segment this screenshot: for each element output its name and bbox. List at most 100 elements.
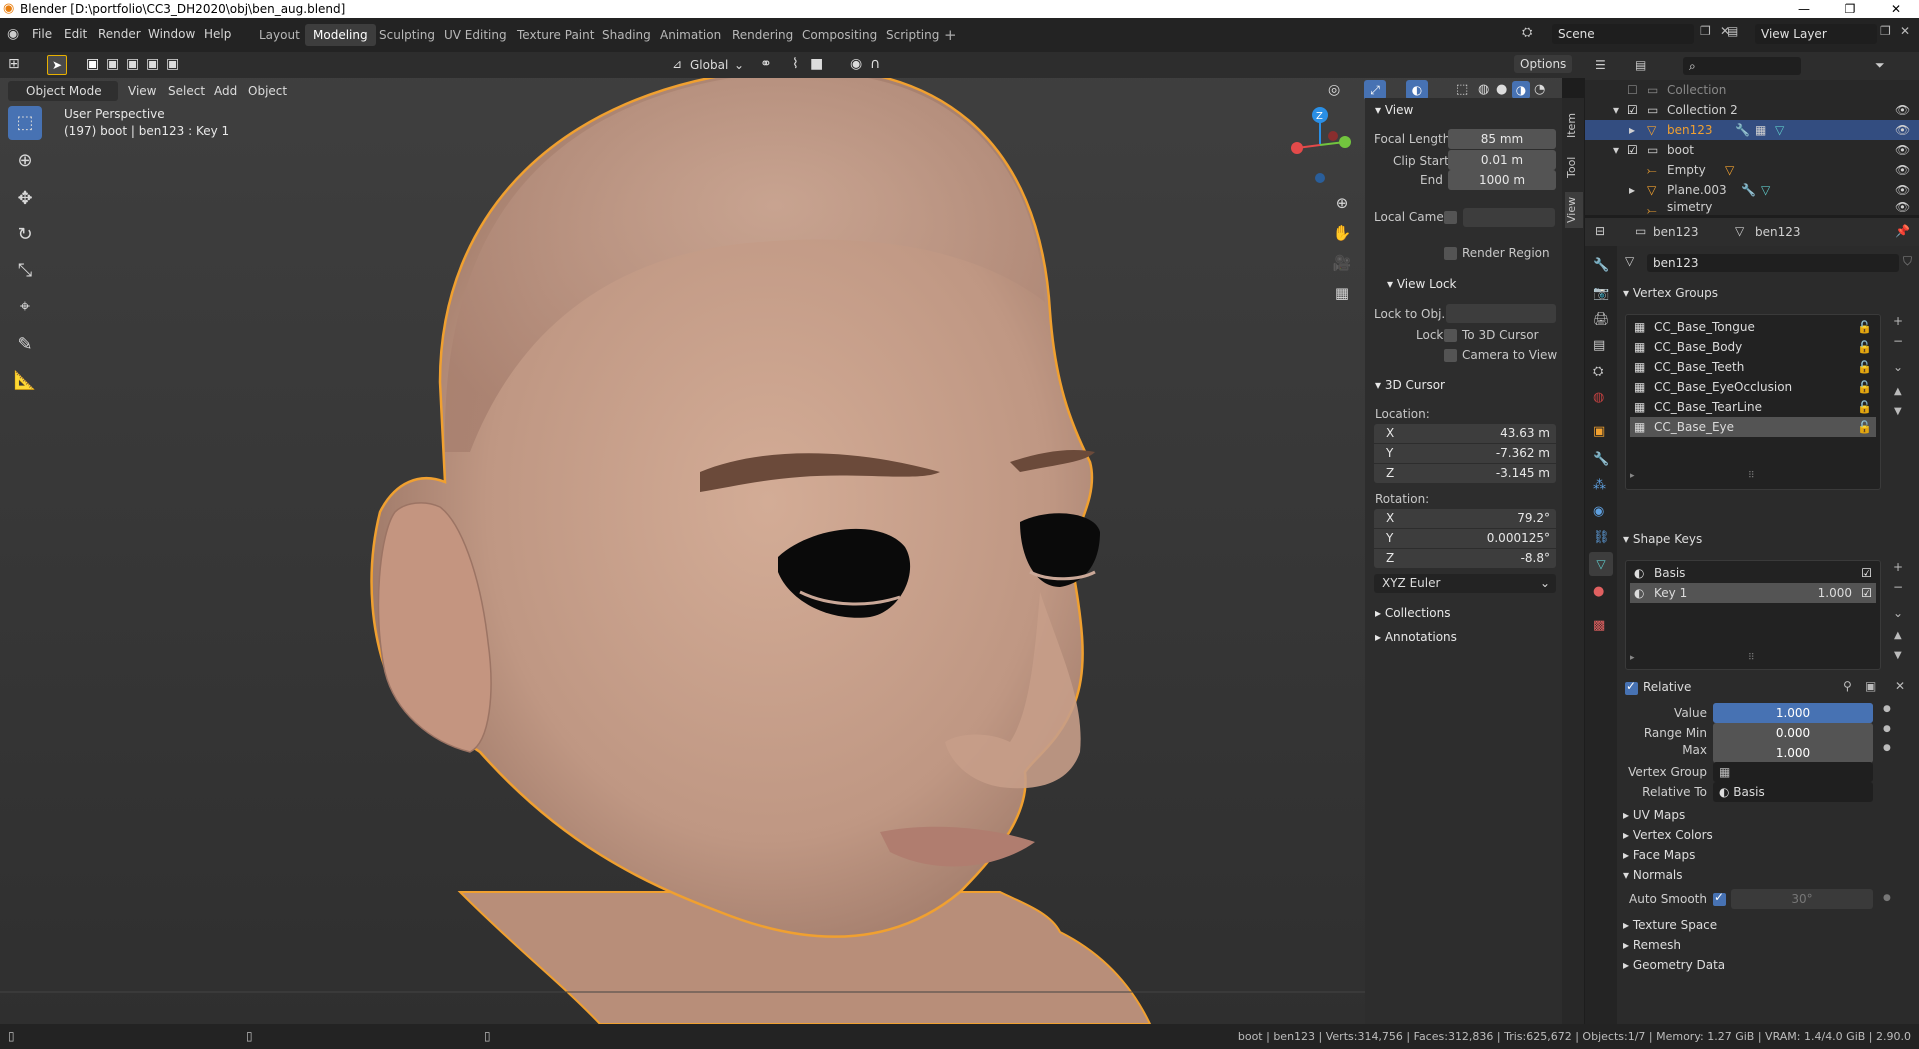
select-mode-extend-icon[interactable]: ▣: [106, 56, 119, 72]
view-layer-selector[interactable]: View Layer: [1755, 24, 1877, 44]
vertex-group-item[interactable]: ▦ CC_Base_Tongue 🔓: [1630, 317, 1876, 337]
cursor-rotation-y[interactable]: Y 0.000125°: [1374, 529, 1556, 548]
delete-view-layer-icon[interactable]: ✕: [1900, 24, 1910, 38]
shading-rendered-icon[interactable]: ◔: [1534, 82, 1545, 97]
pivot-point-icon[interactable]: ⚭: [760, 56, 772, 72]
move-up-icon[interactable]: ▲: [1894, 386, 1902, 397]
breadcrumb-object[interactable]: ben123: [1653, 225, 1699, 239]
modifier-wrench-icon[interactable]: 🔧: [1741, 180, 1756, 200]
modifier-wrench-icon[interactable]: 🔧: [1735, 120, 1750, 140]
tab-modeling[interactable]: Modeling: [305, 24, 376, 46]
tab-view[interactable]: View: [1565, 192, 1583, 228]
vertex-group-field[interactable]: ▦: [1713, 762, 1873, 782]
keyframe-dot-icon[interactable]: ●: [1883, 704, 1891, 714]
new-view-layer-icon[interactable]: ❐: [1880, 24, 1891, 38]
shading-wireframe-icon[interactable]: ◍: [1478, 82, 1489, 97]
new-scene-icon[interactable]: ❐: [1700, 24, 1711, 38]
checkbox-checked-icon[interactable]: ☑: [1627, 140, 1638, 160]
outliner-row[interactable]: ☐ ▭ Collection: [1585, 80, 1919, 100]
edit-mode-icon[interactable]: ▣: [1865, 679, 1876, 693]
lock-icon[interactable]: 🔓: [1857, 417, 1872, 437]
gizmo-toggle-icon[interactable]: ⤢: [1364, 80, 1386, 100]
properties-editor-icon[interactable]: ⊟: [1595, 224, 1605, 238]
mesh-data-icon[interactable]: ▽: [1775, 120, 1784, 140]
data-tab-icon[interactable]: ▽: [1589, 552, 1613, 576]
vertex-group-item[interactable]: ▦ CC_Base_Teeth 🔓: [1630, 357, 1876, 377]
child-mesh-icon[interactable]: ▽: [1725, 160, 1734, 180]
blender-menu-icon[interactable]: ◉: [7, 26, 19, 42]
normals-header[interactable]: ▾ Normals: [1623, 868, 1683, 882]
clip-end-field[interactable]: 1000 m: [1448, 170, 1556, 190]
select-mode-subtract-icon[interactable]: ▣: [126, 56, 139, 72]
eye-icon[interactable]: 👁: [1895, 120, 1910, 140]
move-down-icon[interactable]: ▼: [1894, 650, 1902, 661]
eye-icon[interactable]: 👁: [1895, 160, 1910, 180]
checkbox-checked-icon[interactable]: ☑: [1861, 563, 1872, 583]
select-mode-invert-icon[interactable]: ▣: [146, 56, 159, 72]
scene-icon[interactable]: ⛭: [1522, 25, 1532, 40]
camera-to-view-checkbox[interactable]: [1444, 349, 1457, 362]
menu-select[interactable]: Select: [168, 84, 205, 98]
world-tab-icon[interactable]: ◍: [1593, 390, 1604, 405]
eye-icon[interactable]: 👁: [1895, 100, 1910, 120]
keyframe-dot-icon[interactable]: ●: [1883, 743, 1891, 753]
particles-tab-icon[interactable]: ⁂: [1593, 478, 1606, 493]
add-vertex-group-button[interactable]: +: [1893, 314, 1903, 328]
tab-rendering[interactable]: Rendering: [724, 24, 801, 46]
camera-view-icon[interactable]: 🎥: [1325, 246, 1359, 280]
proportional-edit-icon[interactable]: ◉: [850, 56, 862, 72]
checkbox-checked-icon[interactable]: ☑: [1627, 100, 1638, 120]
texture-tab-icon[interactable]: ▩: [1593, 618, 1605, 633]
lock-to-object-field[interactable]: [1446, 304, 1556, 323]
remesh-header[interactable]: ▸ Remesh: [1623, 938, 1681, 952]
pin-icon[interactable]: 📌: [1895, 224, 1910, 238]
tab-animation[interactable]: Animation: [652, 24, 729, 46]
menu-file[interactable]: File: [32, 27, 52, 41]
tool-tab-icon[interactable]: 🔧: [1593, 258, 1609, 273]
add-workspace-icon[interactable]: +: [944, 26, 957, 44]
outliner-row[interactable]: ⤚ Empty ▽ 👁: [1585, 160, 1919, 180]
shape-key-pin-icon[interactable]: ⚲: [1843, 679, 1852, 693]
auto-smooth-checkbox[interactable]: [1713, 890, 1726, 906]
menu-window[interactable]: Window: [148, 27, 195, 41]
vertex-group-item[interactable]: ▦ CC_Base_TearLine 🔓: [1630, 397, 1876, 417]
list-expand-icon[interactable]: ▸: [1630, 471, 1635, 481]
expand-arrow-icon[interactable]: ▸: [1629, 120, 1635, 140]
constraints-tab-icon[interactable]: ⛓: [1593, 530, 1610, 545]
add-shape-key-button[interactable]: +: [1893, 560, 1903, 574]
move-down-icon[interactable]: ▼: [1894, 406, 1902, 417]
vertex-group-item[interactable]: ▦ CC_Base_EyeOcclusion 🔓: [1630, 377, 1876, 397]
render-tab-icon[interactable]: 📷: [1593, 286, 1609, 301]
lock-icon[interactable]: 🔓: [1857, 337, 1872, 357]
3d-cursor-header[interactable]: ▾ 3D Cursor: [1375, 378, 1445, 392]
outliner-row[interactable]: ▸ ▽ Plane.003 🔧 ▽ 👁: [1585, 180, 1919, 200]
expand-arrow-icon[interactable]: ▾: [1613, 100, 1619, 120]
transform-tool-icon[interactable]: ⌖: [8, 290, 42, 324]
tab-scripting[interactable]: Scripting: [878, 24, 947, 46]
texture-space-header[interactable]: ▸ Texture Space: [1623, 918, 1717, 932]
menu-help[interactable]: Help: [204, 27, 231, 41]
tab-uv-editing[interactable]: UV Editing: [436, 24, 515, 46]
mesh-data-icon[interactable]: ▽: [1761, 180, 1770, 200]
physics-tab-icon[interactable]: ◉: [1593, 504, 1604, 519]
clear-shape-keys-icon[interactable]: ✕: [1895, 679, 1905, 693]
editor-type-icon[interactable]: ⊞: [8, 56, 20, 72]
object-tab-icon[interactable]: ▣: [1593, 424, 1605, 439]
keyframe-dot-icon[interactable]: ●: [1883, 724, 1891, 734]
mesh-name-field[interactable]: ben123: [1647, 254, 1899, 272]
cursor-location-z[interactable]: Z -3.145 m: [1374, 464, 1556, 483]
collections-header[interactable]: ▸ Collections: [1375, 606, 1450, 620]
snap-icon[interactable]: ⌇: [792, 56, 799, 72]
max-field[interactable]: 1.000: [1713, 743, 1873, 763]
cursor-tool-icon[interactable]: ⊕: [8, 144, 42, 178]
menu-view[interactable]: View: [128, 84, 156, 98]
eye-icon[interactable]: 👁: [1895, 140, 1910, 160]
lock-icon[interactable]: 🔓: [1857, 317, 1872, 337]
lock-icon[interactable]: 🔓: [1857, 357, 1872, 377]
local-camera-checkbox[interactable]: [1444, 211, 1457, 224]
cursor-location-y[interactable]: Y -7.362 m: [1374, 444, 1556, 463]
view-layer-tab-icon[interactable]: ▤: [1593, 338, 1605, 353]
filter-icon[interactable]: ⏷: [1875, 58, 1885, 73]
eye-icon[interactable]: 👁: [1895, 197, 1910, 217]
shading-solid-icon[interactable]: ●: [1496, 82, 1507, 97]
